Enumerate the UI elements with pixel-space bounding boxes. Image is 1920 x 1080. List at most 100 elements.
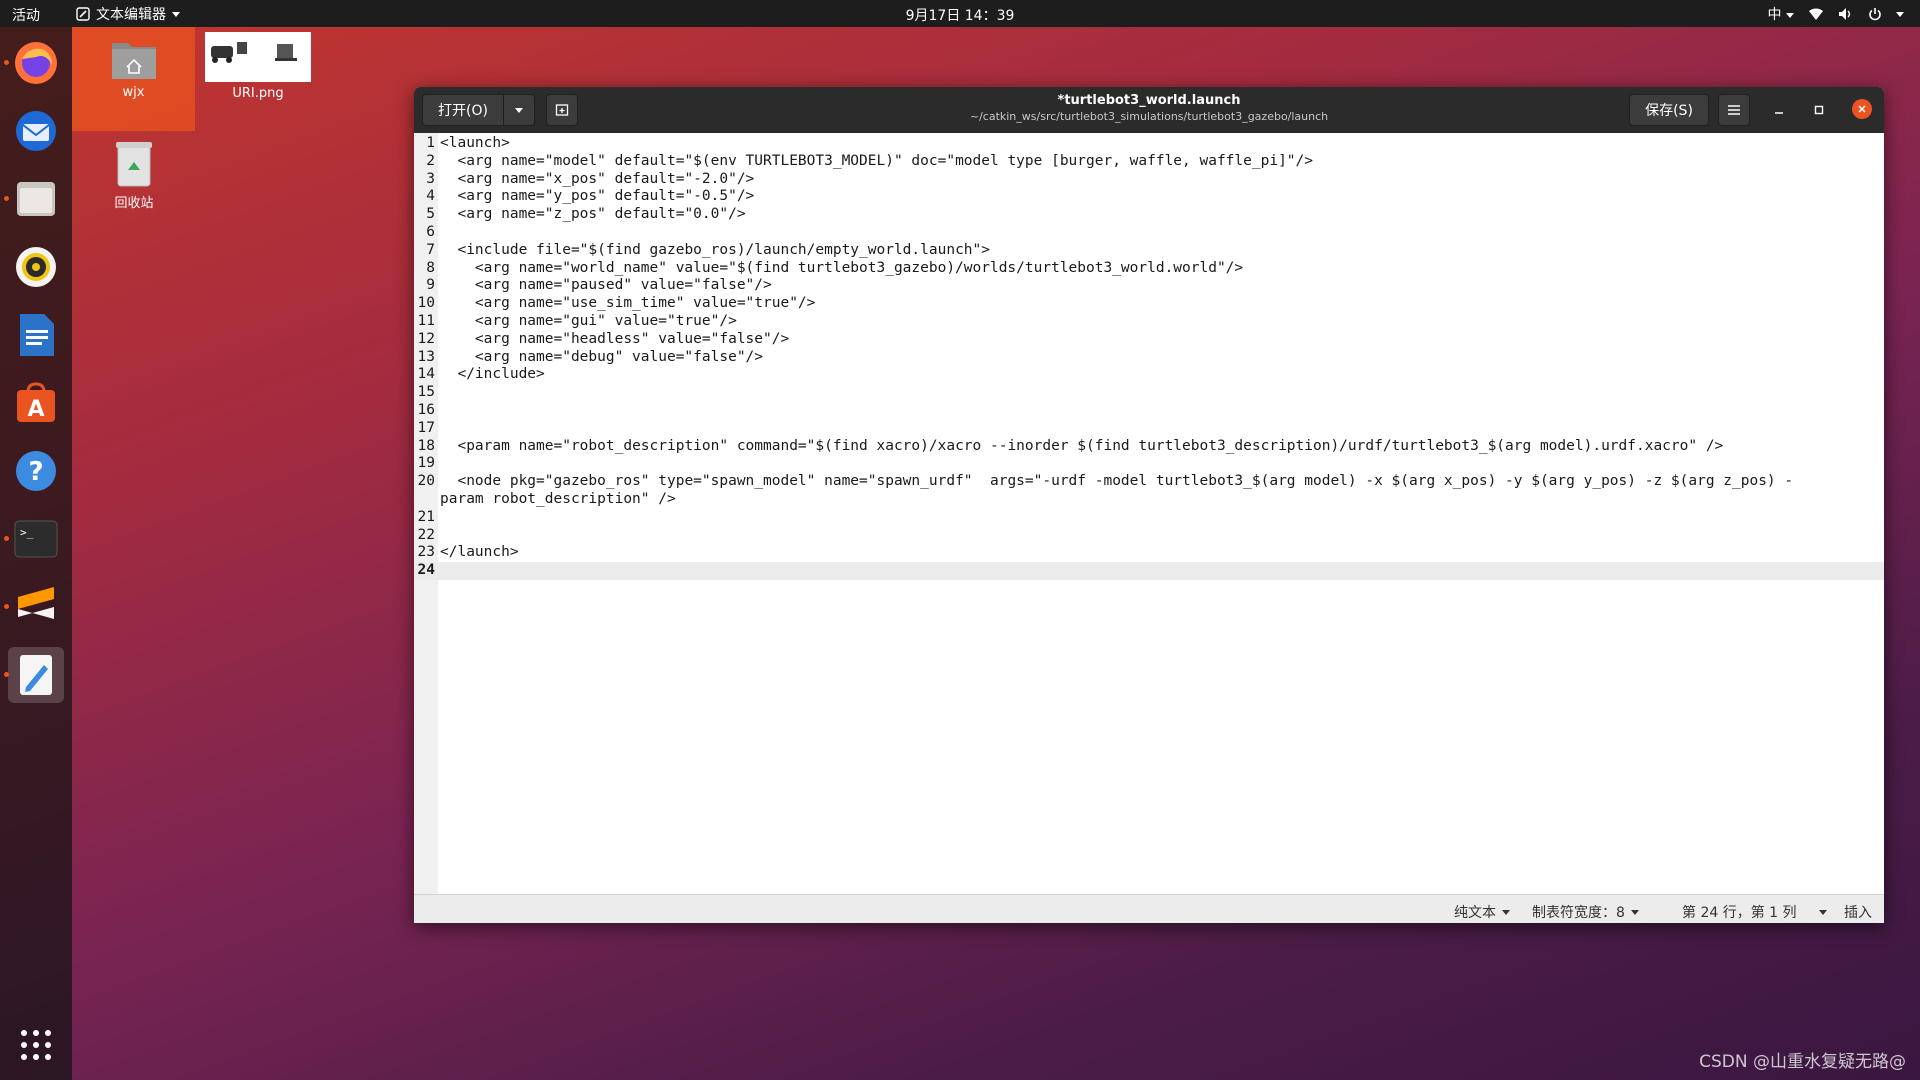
code-line[interactable]: 20 <node pkg="gazebo_ros" type="spawn_mo… — [414, 473, 1884, 509]
top-bar: 活动 文本编辑器 9月17日 14：39 中 — [0, 0, 1920, 27]
dock-text-editor[interactable] — [8, 647, 64, 703]
language-selector[interactable]: 纯文本 — [1454, 902, 1510, 922]
dock-sublime-text[interactable] — [8, 579, 64, 635]
software-store-icon: A — [17, 382, 55, 422]
save-button[interactable]: 保存(S) — [1629, 94, 1709, 126]
trash-icon — [116, 142, 152, 187]
code-line[interactable]: 16 — [414, 402, 1884, 420]
menu-button[interactable] — [1718, 94, 1750, 126]
svg-text:?: ? — [28, 457, 43, 487]
code-line[interactable]: 6 — [414, 224, 1884, 242]
code-line[interactable]: 5 <arg name="z_pos" default="0.0"/> — [414, 206, 1884, 224]
code-text: <include file="$(find gazebo_ros)/launch… — [440, 241, 990, 258]
line-number: 9 — [426, 277, 435, 294]
code-text: <arg name="x_pos" default="-2.0"/> — [440, 170, 755, 187]
clock[interactable]: 9月17日 14：39 — [0, 5, 1920, 25]
dock-libreoffice-writer[interactable] — [8, 307, 64, 363]
line-number: 5 — [426, 206, 435, 223]
firefox-icon — [15, 42, 57, 84]
code-line[interactable]: 10 <arg name="use_sim_time" value="true"… — [414, 295, 1884, 313]
code-text: <arg name="y_pos" default="-0.5"/> — [440, 188, 755, 205]
close-icon — [1858, 105, 1866, 113]
line-number: 21 — [417, 508, 435, 525]
code-line[interactable]: 2 <arg name="model" default="$(env TURTL… — [414, 153, 1884, 171]
text-editor-window: 打开(O) *turtlebot3_world.launch ~/catkin_… — [414, 87, 1884, 923]
svg-text:>_: >_ — [20, 526, 34, 539]
code-line[interactable]: 13 <arg name="debug" value="false"/> — [414, 349, 1884, 367]
code-line[interactable]: 11 <arg name="gui" value="true"/> — [414, 313, 1884, 331]
thunderbird-icon — [16, 111, 56, 151]
input-method-indicator[interactable]: 中 — [1768, 4, 1794, 24]
line-number: 8 — [426, 259, 435, 276]
dock-thunderbird[interactable] — [8, 103, 64, 159]
insert-mode-indicator[interactable]: 插入 — [1844, 902, 1872, 922]
text-area[interactable]: 1 <launch> 2 <arg name="model" default="$(… — [414, 135, 1884, 894]
status-bar: 纯文本 制表符宽度：8 第 24 行，第 1 列 插入 — [414, 894, 1884, 923]
system-tray[interactable]: 中 — [1768, 4, 1904, 24]
line-number: 16 — [417, 401, 435, 418]
code-line[interactable]: 3 <arg name="x_pos" default="-2.0"/> — [414, 171, 1884, 189]
code-text: <arg name="headless" value="false"/> — [440, 330, 790, 347]
code-text: <arg name="gui" value="true"/> — [440, 312, 737, 329]
line-number: 11 — [417, 312, 435, 329]
code-line[interactable]: 7 <include file="$(find gazebo_ros)/laun… — [414, 242, 1884, 260]
chevron-down-icon — [1896, 11, 1904, 17]
code-line[interactable]: 19 — [414, 455, 1884, 473]
tab-width-selector[interactable]: 制表符宽度：8 — [1532, 902, 1639, 922]
dock-rhythmbox[interactable] — [8, 239, 64, 295]
line-number: 17 — [417, 419, 435, 436]
running-indicator — [4, 60, 9, 65]
dock-ubuntu-software[interactable]: A — [8, 375, 64, 431]
dock-firefox[interactable] — [8, 35, 64, 91]
running-indicator — [4, 604, 9, 609]
network-icon — [1809, 8, 1823, 20]
files-icon — [17, 182, 55, 216]
dock-files[interactable] — [8, 171, 64, 227]
desktop-icon-home[interactable]: wjx — [72, 27, 195, 131]
desktop-icon-label: URI.png — [232, 86, 284, 101]
desktop-icon-trash[interactable]: 回收站 — [96, 140, 172, 211]
running-indicator — [4, 196, 9, 201]
code-text: <arg name="debug" value="false"/> — [440, 348, 764, 365]
close-button[interactable] — [1852, 99, 1872, 119]
code-line[interactable]: 1 <launch> — [414, 135, 1884, 153]
power-icon — [1869, 8, 1881, 21]
minimize-button[interactable] — [1770, 101, 1788, 119]
code-line[interactable]: 18 <param name="robot_description" comma… — [414, 438, 1884, 456]
code-text: <arg name="paused" value="false"/> — [440, 277, 772, 294]
svg-text:A: A — [27, 397, 44, 422]
line-number: 10 — [417, 295, 435, 312]
line-number: 23 — [417, 544, 435, 561]
home-folder-icon — [111, 43, 156, 79]
code-line[interactable]: 22 — [414, 527, 1884, 545]
line-number: 12 — [417, 330, 435, 347]
tab-width-label: 制表符宽度：8 — [1532, 905, 1625, 921]
code-line[interactable]: 14 </include> — [414, 366, 1884, 384]
image-thumbnail-icon — [205, 32, 311, 82]
code-line[interactable]: 23 </launch> — [414, 544, 1884, 562]
text-editor-pencil-icon — [20, 655, 52, 695]
cursor-position-selector[interactable]: 第 24 行，第 1 列 — [1682, 902, 1827, 922]
maximize-button[interactable] — [1810, 101, 1828, 119]
line-number: 20 — [417, 473, 435, 490]
save-button-label: 保存(S) — [1645, 103, 1693, 119]
code-line[interactable]: 12 <arg name="headless" value="false"/> — [414, 331, 1884, 349]
code-line[interactable]: 8 <arg name="world_name" value="$(find t… — [414, 260, 1884, 278]
desktop-icon-image[interactable]: URI.png — [205, 32, 311, 101]
code-line[interactable]: 17 — [414, 420, 1884, 438]
code-line[interactable]: 9 <arg name="paused" value="false"/> — [414, 277, 1884, 295]
dock-help[interactable]: ? — [8, 443, 64, 499]
line-number: 1 — [426, 135, 435, 151]
code-line[interactable]: 15 — [414, 384, 1884, 402]
running-indicator — [4, 672, 9, 677]
dock-terminal[interactable]: >_ — [8, 511, 64, 567]
code-line[interactable]: 4 <arg name="y_pos" default="-0.5"/> — [414, 188, 1884, 206]
code-text: </include> — [440, 366, 545, 383]
input-method-label: 中 — [1767, 7, 1782, 23]
code-line[interactable]: 21 — [414, 509, 1884, 527]
show-applications-button[interactable] — [8, 1017, 64, 1073]
code-line[interactable]: 24 — [414, 562, 1884, 580]
line-number: 22 — [417, 526, 435, 543]
app-grid-icon — [21, 1030, 51, 1060]
chevron-down-icon — [1630, 909, 1639, 915]
